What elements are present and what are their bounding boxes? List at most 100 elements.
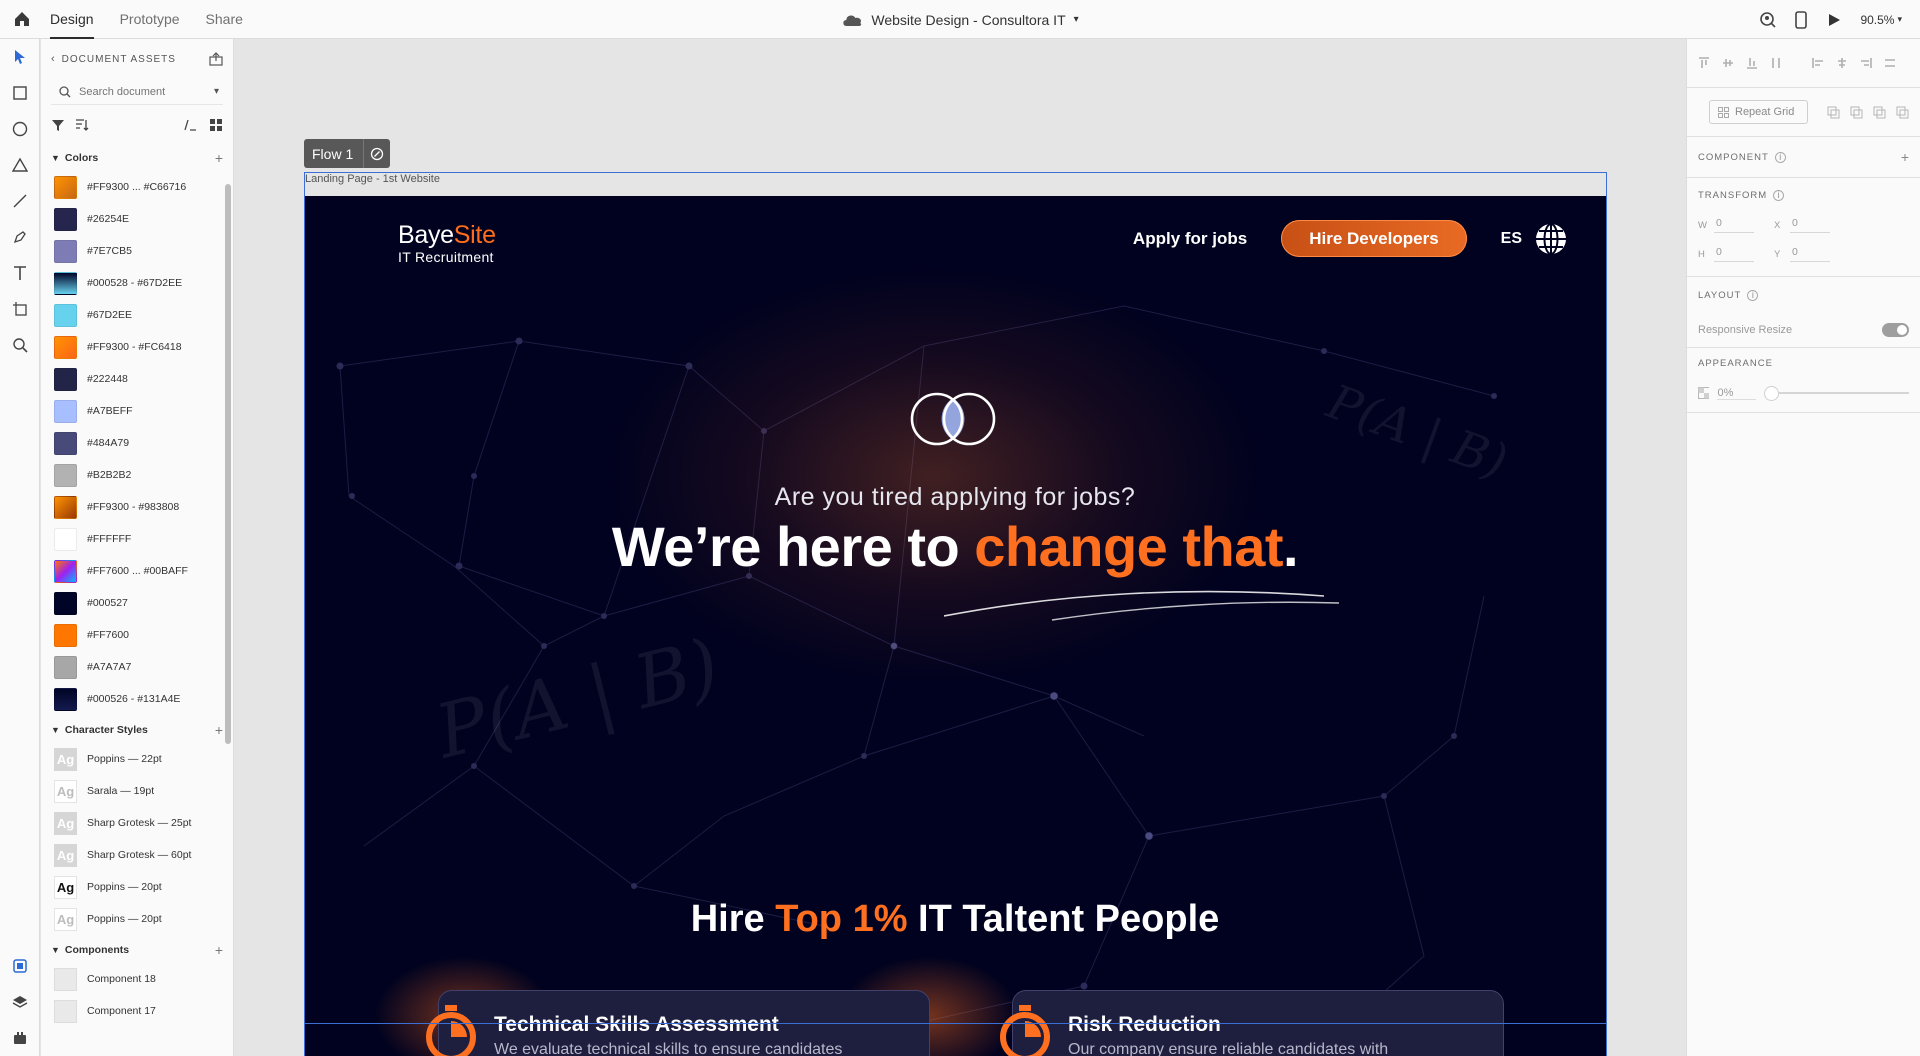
pen-tool-icon[interactable] — [0, 219, 40, 255]
y-field[interactable]: Y0 — [1774, 246, 1830, 262]
boolean-exclude-icon[interactable] — [1896, 106, 1909, 119]
play-icon[interactable] — [1826, 12, 1842, 28]
align-bottom-icon[interactable] — [1746, 57, 1758, 69]
align-top-icon[interactable] — [1698, 57, 1710, 69]
back-chevron-icon[interactable]: ‹ — [51, 53, 56, 65]
color-swatch-item[interactable]: #000527 — [41, 587, 233, 619]
filter-icon[interactable] — [51, 118, 65, 132]
assets-scrollbar[interactable] — [225, 184, 231, 744]
document-title[interactable]: Website Design - Consultora IT ▾ — [841, 0, 1079, 39]
home-icon[interactable] — [0, 0, 44, 39]
flow-chip[interactable]: Flow 1 — [304, 139, 391, 168]
zoom-tool-icon[interactable] — [0, 327, 40, 363]
color-swatch-item[interactable]: #FF7600 ... #00BAFF — [41, 555, 233, 587]
assets-panel-icon[interactable] — [0, 948, 40, 984]
add-color-icon[interactable]: + — [215, 150, 223, 166]
link-icon[interactable] — [363, 139, 390, 168]
color-swatch-item[interactable]: #FF9300 ... #C66716 — [41, 171, 233, 203]
boolean-add-icon[interactable] — [1827, 106, 1840, 119]
width-field[interactable]: W0 — [1698, 217, 1754, 233]
character-style-label: Sharp Grotesk — 60pt — [87, 849, 192, 861]
site-logo[interactable]: BayeSite IT Recruitment — [398, 221, 496, 265]
language-toggle[interactable]: ES — [1501, 230, 1522, 248]
boolean-subtract-icon[interactable] — [1850, 106, 1863, 119]
align-right-icon[interactable] — [1860, 57, 1872, 69]
mobile-preview-icon[interactable] — [1794, 10, 1808, 29]
y-value[interactable]: 0 — [1790, 246, 1830, 262]
layers-panel-icon[interactable] — [0, 984, 40, 1020]
ellipse-tool-icon[interactable] — [0, 111, 40, 147]
transform-row-1: W0 X0 — [1687, 212, 1920, 238]
opacity-value[interactable]: 0% — [1717, 387, 1756, 400]
colors-section-header[interactable]: ▼ Colors + — [41, 145, 233, 171]
color-swatch-item[interactable]: #FF7600 — [41, 619, 233, 651]
component-item[interactable]: Component 17 — [41, 995, 233, 1027]
color-swatch — [54, 687, 77, 711]
x-value[interactable]: 0 — [1790, 217, 1830, 233]
zoom-level[interactable]: 90.5% ▾ — [1860, 13, 1902, 27]
width-value[interactable]: 0 — [1714, 217, 1754, 233]
components-section-header[interactable]: ▼ Components + — [41, 937, 233, 963]
color-swatch-item[interactable]: #67D2EE — [41, 299, 233, 331]
select-tool-icon[interactable] — [0, 39, 40, 75]
color-swatch-item[interactable]: #000528 - #67D2EE — [41, 267, 233, 299]
color-swatch-item[interactable]: #26254E — [41, 203, 233, 235]
distribute-horizontal-icon[interactable] — [1884, 57, 1896, 69]
apply-for-jobs-link[interactable]: Apply for jobs — [1133, 229, 1247, 249]
character-style-item[interactable]: Ag Sarala — 19pt — [41, 775, 233, 807]
character-style-item[interactable]: Ag Poppins — 20pt — [41, 903, 233, 935]
color-label: #7E7CB5 — [87, 245, 132, 257]
user-share-icon[interactable] — [1758, 11, 1777, 29]
add-character-style-icon[interactable]: + — [215, 722, 223, 738]
component-item[interactable]: Component 18 — [41, 963, 233, 995]
list-view-icon[interactable] — [183, 118, 197, 132]
align-left-icon[interactable] — [1812, 57, 1824, 69]
grid-view-icon[interactable] — [209, 118, 223, 132]
distribute-vertical-icon[interactable] — [1770, 57, 1782, 69]
add-component-state-icon[interactable]: + — [1901, 149, 1909, 165]
color-swatch-item[interactable]: #7E7CB5 — [41, 235, 233, 267]
line-tool-icon[interactable] — [0, 183, 40, 219]
color-swatch-item[interactable]: #222448 — [41, 363, 233, 395]
repeat-grid-button[interactable]: Repeat Grid — [1709, 100, 1808, 124]
height-value[interactable]: 0 — [1714, 246, 1754, 262]
height-field[interactable]: H0 — [1698, 246, 1754, 262]
color-swatch-item[interactable]: #A7BEFF — [41, 395, 233, 427]
globe-icon[interactable] — [1534, 222, 1568, 256]
color-swatch-item[interactable]: #484A79 — [41, 427, 233, 459]
character-styles-section-header[interactable]: ▼ Character Styles + — [41, 717, 233, 743]
responsive-resize-toggle[interactable] — [1882, 323, 1909, 337]
character-style-item[interactable]: Ag Poppins — 20pt — [41, 871, 233, 903]
sort-icon[interactable] — [75, 118, 89, 132]
text-tool-icon[interactable] — [0, 255, 40, 291]
rectangle-tool-icon[interactable] — [0, 75, 40, 111]
opacity-slider[interactable] — [1763, 386, 1909, 401]
design-canvas[interactable]: Flow 1 Landing Page - 1st Website P(A | … — [234, 39, 1686, 1056]
x-field[interactable]: X0 — [1774, 217, 1830, 233]
hire-developers-button[interactable]: Hire Developers — [1281, 220, 1467, 257]
artboard-tool-icon[interactable] — [0, 291, 40, 327]
chevron-down-icon[interactable]: ▾ — [214, 86, 219, 97]
plugins-panel-icon[interactable] — [0, 1020, 40, 1056]
color-swatch-item[interactable]: #000526 - #131A4E — [41, 683, 233, 715]
color-swatch-item[interactable]: #A7A7A7 — [41, 651, 233, 683]
search-input[interactable] — [79, 85, 199, 98]
boolean-intersect-icon[interactable] — [1873, 106, 1886, 119]
character-style-item[interactable]: Ag Sharp Grotesk — 60pt — [41, 839, 233, 871]
polygon-tool-icon[interactable] — [0, 147, 40, 183]
landing-page-artboard[interactable]: P(A | B) P(A | B) BayeSite IT Recruitmen… — [304, 196, 1606, 1056]
export-icon[interactable] — [209, 52, 223, 66]
align-middle-icon[interactable] — [1722, 57, 1734, 69]
add-component-icon[interactable]: + — [215, 942, 223, 958]
align-center-icon[interactable] — [1836, 57, 1848, 69]
color-swatch-item[interactable]: #FFFFFF — [41, 523, 233, 555]
color-swatch-item[interactable]: #FF9300 - #FC6418 — [41, 331, 233, 363]
color-label: #FF9300 ... #C66716 — [87, 181, 187, 193]
color-swatch-item[interactable]: #FF9300 - #983808 — [41, 491, 233, 523]
color-swatch-item[interactable]: #B2B2B2 — [41, 459, 233, 491]
character-style-item[interactable]: Ag Sharp Grotesk — 25pt — [41, 807, 233, 839]
character-style-item[interactable]: Ag Poppins — 22pt — [41, 743, 233, 775]
tab-share[interactable]: Share — [206, 0, 243, 39]
tab-prototype[interactable]: Prototype — [120, 0, 180, 39]
tab-design[interactable]: Design — [50, 0, 94, 39]
